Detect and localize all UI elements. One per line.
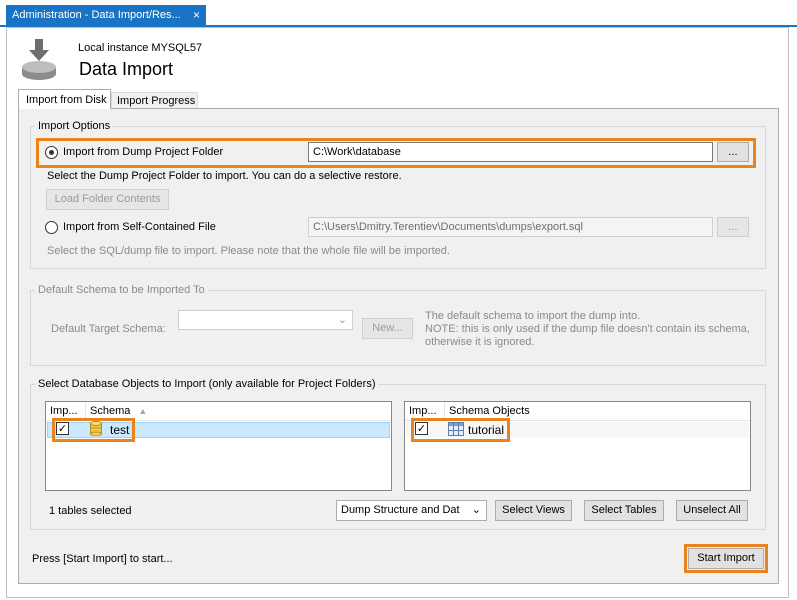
- load-folder-contents-button[interactable]: Load Folder Contents: [46, 189, 169, 210]
- default-schema-note: The default schema to import the dump in…: [425, 310, 750, 349]
- schema-list[interactable]: Imp... Schema ▲: [45, 401, 392, 491]
- selected-count: 1 tables selected: [49, 505, 132, 517]
- self-contained-label: Import from Self-Contained File: [63, 221, 216, 233]
- object-row-checkbox[interactable]: ✓: [415, 422, 428, 435]
- database-icon: [90, 421, 102, 439]
- default-target-schema-label: Default Target Schema:: [51, 323, 166, 335]
- schema-row-checkbox[interactable]: ✓: [56, 422, 69, 435]
- dump-mode-select[interactable]: Dump Structure and Dat ⌄: [336, 500, 487, 521]
- data-import-icon: [20, 39, 58, 81]
- dump-mode-value: Dump Structure and Dat: [341, 504, 460, 516]
- self-contained-radio[interactable]: [45, 221, 58, 234]
- tab-label: Import Progress: [117, 95, 196, 107]
- self-contained-path-input[interactable]: C:\Users\Dmitry.Terentiev\Documents\dump…: [308, 217, 713, 237]
- note-line: NOTE: this is only used if the dump file…: [425, 323, 750, 335]
- tab-import-from-disk[interactable]: Import from Disk: [18, 89, 111, 109]
- chevron-down-icon: ⌄: [337, 314, 347, 326]
- document-tab[interactable]: Administration - Data Import/Res... ×: [6, 5, 206, 25]
- self-contained-browse-button[interactable]: ...: [717, 217, 749, 237]
- chevron-down-icon: ⌄: [471, 504, 481, 516]
- document-tab-title: Administration - Data Import/Res...: [12, 9, 181, 21]
- tab-label: Import from Disk: [26, 94, 107, 106]
- note-line: The default schema to import the dump in…: [425, 310, 641, 322]
- sort-ascending-icon: ▲: [138, 406, 148, 416]
- objects-group-label: Select Database Objects to Import (only …: [35, 378, 379, 390]
- table-icon: [448, 422, 464, 439]
- note-line: otherwise it is ignored.: [425, 336, 535, 348]
- select-views-button[interactable]: Select Views: [495, 500, 572, 521]
- default-schema-label: Default Schema to be Imported To: [35, 284, 208, 296]
- dump-folder-label: Import from Dump Project Folder: [63, 146, 224, 158]
- instance-name: Local instance MYSQL57: [78, 42, 203, 54]
- dump-folder-hint: Select the Dump Project Folder to import…: [47, 170, 402, 182]
- start-import-button[interactable]: Start Import: [688, 548, 764, 569]
- schema-name: test: [110, 423, 130, 437]
- dump-folder-browse-button[interactable]: ...: [717, 142, 749, 162]
- default-target-schema-select[interactable]: ⌄: [178, 310, 353, 330]
- object-name: tutorial: [468, 423, 505, 437]
- column-header-label: Schema: [90, 405, 131, 417]
- schema-objects-list[interactable]: Imp... Schema Objects: [404, 401, 751, 491]
- dump-folder-radio[interactable]: [45, 146, 58, 159]
- new-schema-button[interactable]: New...: [362, 318, 413, 339]
- close-icon[interactable]: ×: [193, 8, 200, 22]
- tab-import-progress[interactable]: Import Progress: [111, 92, 198, 109]
- import-options-label: Import Options: [35, 120, 114, 132]
- dump-folder-path-input[interactable]: C:\Work\database: [308, 142, 713, 162]
- page-title: Data Import: [79, 59, 174, 79]
- status-text: Press [Start Import] to start...: [32, 553, 173, 565]
- select-tables-button[interactable]: Select Tables: [584, 500, 664, 521]
- self-contained-hint: Select the SQL/dump file to import. Plea…: [47, 245, 450, 257]
- unselect-all-button[interactable]: Unselect All: [676, 500, 748, 521]
